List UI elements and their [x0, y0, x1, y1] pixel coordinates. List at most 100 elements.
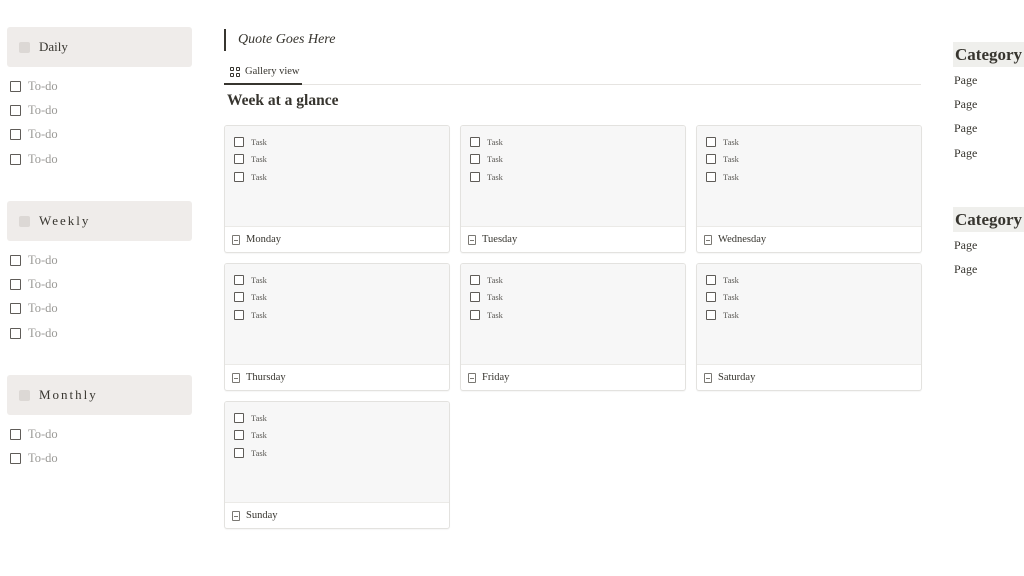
task-item: Task	[470, 306, 685, 324]
gallery-card-wednesday[interactable]: Task Task Task Wednesday	[696, 125, 922, 253]
card-title: Thursday	[246, 372, 286, 383]
card-footer: Sunday	[225, 503, 449, 528]
todo-label[interactable]: To-do	[28, 451, 58, 466]
checkbox-icon[interactable]	[706, 154, 716, 165]
checkbox-icon[interactable]	[10, 279, 21, 291]
todo-item: To-do	[7, 321, 192, 345]
gallery-card-friday[interactable]: Task Task Task Friday	[460, 263, 686, 391]
checkbox-icon[interactable]	[10, 303, 21, 315]
task-label: Task	[723, 292, 739, 303]
task-item: Task	[470, 168, 685, 186]
todo-item: To-do	[7, 297, 192, 321]
page-link[interactable]: Page	[954, 146, 977, 161]
checkbox-icon[interactable]	[234, 309, 244, 320]
task-label: Task	[251, 412, 267, 423]
task-item: Task	[706, 133, 921, 151]
page-link[interactable]: Page	[954, 97, 977, 112]
todo-label[interactable]: To-do	[28, 152, 58, 167]
card-footer: Monday	[225, 227, 449, 252]
card-footer: Thursday	[225, 365, 449, 390]
checkbox-icon[interactable]	[470, 309, 480, 320]
todo-label[interactable]: To-do	[28, 427, 58, 442]
gallery-card-saturday[interactable]: Task Task Task Saturday	[696, 263, 922, 391]
task-label: Task	[251, 274, 267, 285]
page-link[interactable]: Page	[954, 121, 977, 136]
task-label: Task	[251, 430, 267, 441]
checkbox-icon[interactable]	[10, 129, 21, 141]
task-label: Task	[487, 309, 503, 320]
page-icon	[232, 372, 240, 383]
todo-label[interactable]: To-do	[28, 79, 58, 94]
monthly-section-header[interactable]: Monthly	[7, 375, 192, 416]
task-label: Task	[251, 154, 267, 165]
checkbox-icon[interactable]	[706, 309, 716, 320]
task-label: Task	[251, 447, 267, 458]
card-preview: Task Task Task	[225, 402, 449, 503]
checkbox-icon[interactable]	[706, 292, 716, 303]
todo-label[interactable]: To-do	[28, 326, 58, 341]
monthly-section: Monthly To-do To-do	[7, 375, 192, 471]
page-link[interactable]: Page	[954, 238, 977, 253]
todo-label[interactable]: To-do	[28, 301, 58, 316]
gallery-icon	[230, 66, 240, 77]
weekly-section-header[interactable]: Weekly	[7, 201, 192, 242]
checkbox-icon[interactable]	[10, 104, 21, 116]
gallery-card-sunday[interactable]: Task Task Task Sunday	[224, 401, 450, 529]
checkbox-icon[interactable]	[706, 136, 716, 147]
square-icon	[19, 389, 30, 401]
page-link[interactable]: Page	[954, 73, 977, 88]
checkbox-icon[interactable]	[10, 453, 21, 465]
checkbox-icon[interactable]	[470, 171, 480, 182]
todo-item: To-do	[7, 422, 192, 446]
checkbox-icon[interactable]	[234, 274, 244, 285]
todo-label[interactable]: To-do	[28, 103, 58, 118]
checkbox-icon[interactable]	[470, 274, 480, 285]
gallery-card-thursday[interactable]: Task Task Task Thursday	[224, 263, 450, 391]
page-link[interactable]: Page	[954, 262, 977, 277]
checkbox-icon[interactable]	[234, 154, 244, 165]
task-label: Task	[487, 154, 503, 165]
checkbox-icon[interactable]	[706, 171, 716, 182]
task-label: Task	[487, 292, 503, 303]
checkbox-icon[interactable]	[234, 447, 244, 458]
task-item: Task	[234, 271, 449, 289]
task-item: Task	[706, 151, 921, 169]
task-label: Task	[723, 309, 739, 320]
checkbox-icon[interactable]	[470, 292, 480, 303]
checkbox-icon[interactable]	[706, 274, 716, 285]
checkbox-icon[interactable]	[10, 80, 21, 92]
checkbox-icon[interactable]	[234, 171, 244, 182]
category-heading: Category	[953, 42, 1024, 67]
weekly-section: Weekly To-do To-do To-do To-do	[7, 201, 192, 345]
todo-label[interactable]: To-do	[28, 277, 58, 292]
gallery-grid: Task Task Task Monday Task Task Task Tue…	[224, 125, 922, 529]
todo-label[interactable]: To-do	[28, 253, 58, 268]
card-footer: Wednesday	[697, 227, 921, 252]
tab-gallery-view[interactable]: Gallery view	[224, 60, 302, 85]
task-label: Task	[251, 171, 267, 182]
todo-label[interactable]: To-do	[28, 127, 58, 142]
page-icon	[232, 234, 240, 245]
page-icon	[232, 510, 240, 521]
task-item: Task	[470, 133, 685, 151]
card-preview: Task Task Task	[225, 126, 449, 227]
todo-item: To-do	[7, 248, 192, 272]
checkbox-icon[interactable]	[470, 154, 480, 165]
checkbox-icon[interactable]	[10, 429, 21, 441]
task-item: Task	[234, 444, 449, 462]
task-item: Task	[470, 289, 685, 307]
card-title: Sunday	[246, 510, 278, 521]
gallery-card-tuesday[interactable]: Task Task Task Tuesday	[460, 125, 686, 253]
checkbox-icon[interactable]	[234, 136, 244, 147]
checkbox-icon[interactable]	[10, 254, 21, 266]
checkbox-icon[interactable]	[470, 136, 480, 147]
checkbox-icon[interactable]	[234, 430, 244, 441]
task-item: Task	[234, 289, 449, 307]
checkbox-icon[interactable]	[10, 327, 21, 339]
checkbox-icon[interactable]	[234, 292, 244, 303]
task-item: Task	[234, 427, 449, 445]
daily-section-header[interactable]: Daily	[7, 27, 192, 67]
checkbox-icon[interactable]	[10, 153, 21, 165]
checkbox-icon[interactable]	[234, 412, 244, 423]
gallery-card-monday[interactable]: Task Task Task Monday	[224, 125, 450, 253]
